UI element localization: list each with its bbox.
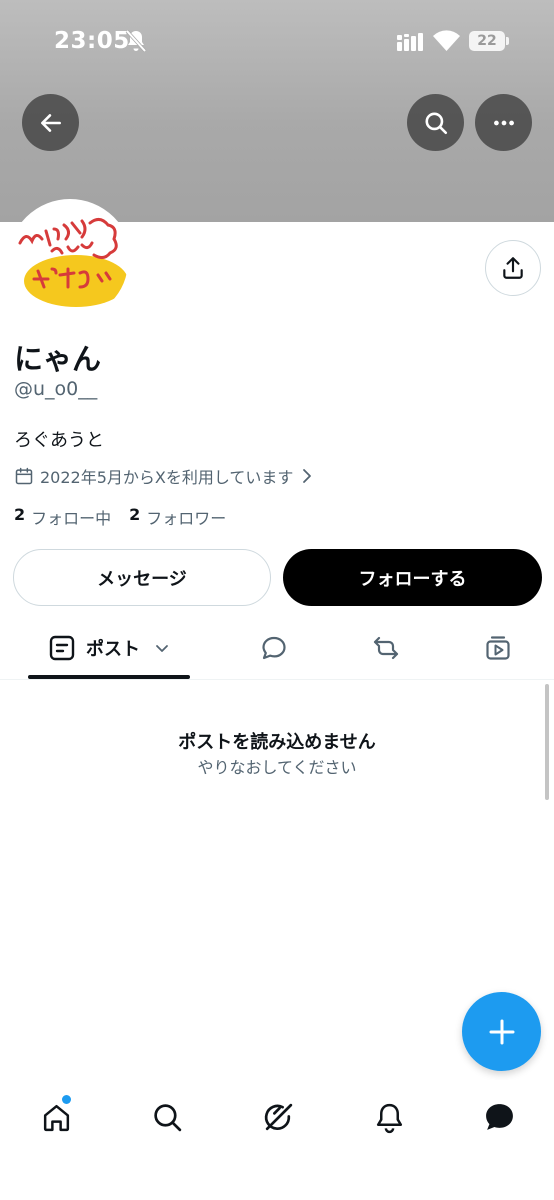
nav-search[interactable] [139, 1097, 195, 1137]
tab-media[interactable] [470, 618, 526, 678]
share-button[interactable] [485, 240, 541, 296]
notifications-icon [376, 1103, 402, 1133]
more-button[interactable] [475, 94, 532, 151]
search-icon [424, 111, 447, 134]
joined-text: 2022年5月からXを利用しています [40, 468, 294, 487]
chevron-right-icon [303, 469, 312, 483]
followers-link[interactable]: 2 フォロワー [129, 505, 226, 529]
home-icon [43, 1104, 69, 1131]
home-notification-dot [62, 1095, 71, 1104]
back-button[interactable] [22, 94, 79, 151]
joined-date[interactable]: 2022年5月からXを利用しています [14, 464, 315, 488]
avatar-illustration [12, 203, 128, 319]
nav-grok[interactable] [250, 1097, 306, 1137]
follow-button[interactable]: フォローする [283, 549, 542, 606]
posts-icon [49, 635, 75, 661]
followers-count: 2 [129, 505, 141, 524]
profile-tabs: ポスト [0, 618, 554, 680]
messages-icon [485, 1103, 513, 1130]
followers-label: フォロワー [146, 509, 227, 528]
nav-messages[interactable] [471, 1097, 527, 1137]
nav-notifications[interactable] [361, 1097, 417, 1137]
bio: ろぐあうと [14, 430, 104, 451]
follow-stats: 2 フォロー中 2 フォロワー [14, 505, 244, 529]
display-name: にゃん [14, 342, 102, 376]
error-title: ポストを読み込めません [178, 732, 376, 753]
following-count: 2 [14, 505, 26, 524]
handle: @u_o0__ [14, 378, 98, 400]
tab-posts[interactable]: ポスト [28, 618, 190, 678]
more-horizontal-icon [493, 120, 514, 125]
repost-icon [373, 636, 399, 660]
battery-level: 22 [469, 31, 505, 51]
calendar-icon [15, 467, 33, 485]
arrow-left-icon [40, 113, 61, 132]
tab-posts-label: ポスト [86, 639, 140, 660]
status-time: 23:05 [54, 28, 130, 54]
following-label: フォロー中 [31, 509, 112, 528]
grok-icon [264, 1103, 292, 1130]
signal-icon [397, 33, 423, 51]
chevron-down-icon[interactable] [154, 640, 170, 656]
battery-tip [506, 37, 509, 45]
bell-off-icon [125, 29, 147, 53]
compose-button[interactable] [462, 992, 541, 1071]
active-tab-indicator [28, 675, 190, 679]
message-button[interactable]: メッセージ [13, 549, 271, 606]
search-icon [153, 1103, 181, 1131]
retry-link[interactable]: やりなおしてください [0, 754, 554, 778]
bottom-navigation [0, 1080, 554, 1200]
tab-reposts[interactable] [358, 618, 414, 678]
avatar[interactable] [8, 199, 132, 323]
reply-icon [262, 636, 286, 660]
tab-replies[interactable] [246, 618, 302, 678]
status-bar: 23:05 22 [0, 0, 554, 84]
wifi-icon [433, 30, 460, 51]
search-button[interactable] [407, 94, 464, 151]
plus-icon [489, 1019, 514, 1044]
media-icon [486, 636, 510, 660]
share-icon [503, 257, 523, 279]
following-link[interactable]: 2 フォロー中 [14, 505, 111, 529]
nav-home[interactable] [28, 1097, 84, 1137]
